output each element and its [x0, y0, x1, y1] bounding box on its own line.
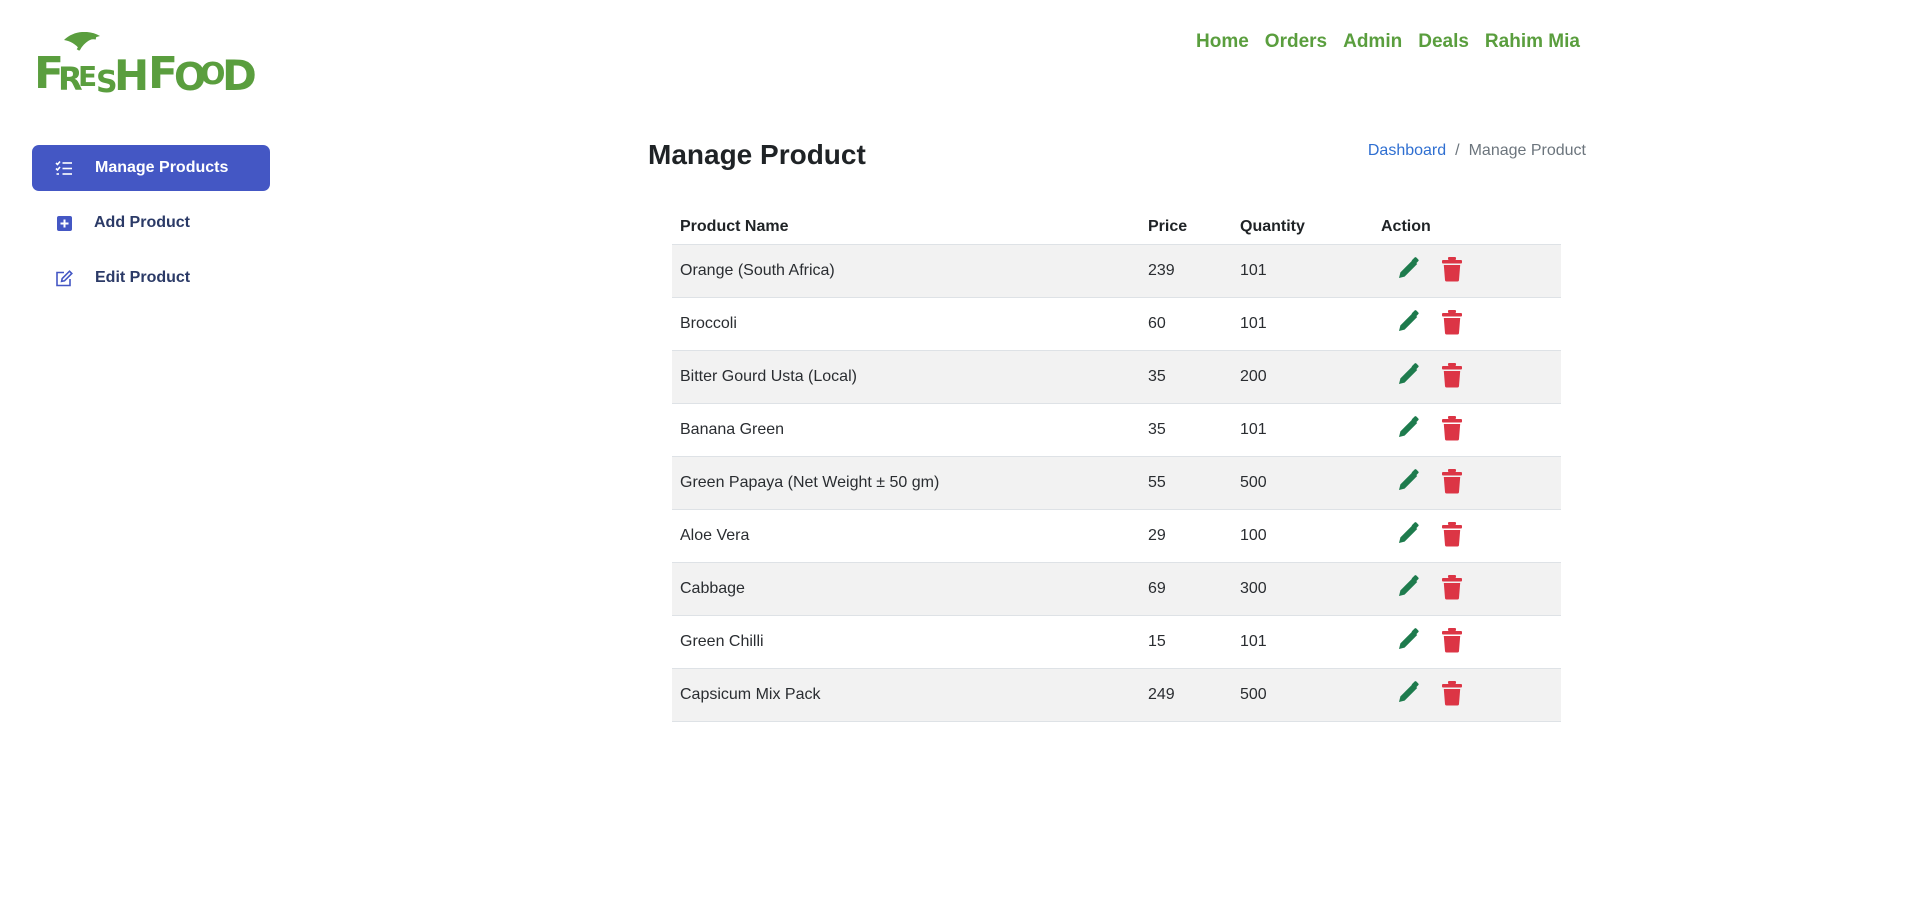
delete-trash-icon[interactable] [1441, 574, 1463, 600]
sidebar-item-label: Manage Products [95, 159, 229, 176]
product-name: Green Papaya (Net Weight ± 50 gm) [672, 456, 1140, 510]
nav-orders[interactable]: Orders [1265, 28, 1327, 56]
header-product-name: Product Name [672, 209, 1140, 245]
list-check-icon [55, 159, 73, 177]
edit-icon [55, 269, 73, 287]
sidebar-item-label: Add Product [94, 214, 190, 231]
product-quantity: 101 [1232, 297, 1373, 351]
edit-pencil-icon[interactable] [1395, 362, 1421, 388]
product-price: 35 [1140, 403, 1232, 457]
table-row: Bitter Gourd Usta (Local) 35 200 [672, 350, 1561, 404]
row-actions [1373, 297, 1561, 351]
table-row: Broccoli 60 101 [672, 297, 1561, 351]
product-price: 69 [1140, 562, 1232, 616]
delete-trash-icon[interactable] [1441, 415, 1463, 441]
product-quantity: 500 [1232, 668, 1373, 722]
fresh-food-logo[interactable]: F R E S H F O O D [34, 31, 260, 100]
header-quantity: Quantity [1232, 209, 1373, 245]
edit-pencil-icon[interactable] [1395, 256, 1421, 282]
table-row: Capsicum Mix Pack 249 500 [672, 668, 1561, 722]
breadcrumb-separator: / [1455, 142, 1460, 159]
breadcrumb: Dashboard / Manage Product [1368, 142, 1586, 160]
svg-text:H: H [114, 51, 149, 100]
nav-home[interactable]: Home [1196, 28, 1249, 56]
plus-square-icon [55, 214, 73, 232]
product-price: 249 [1140, 668, 1232, 722]
product-name: Cabbage [672, 562, 1140, 616]
table-row: Banana Green 35 101 [672, 403, 1561, 457]
product-quantity: 101 [1232, 244, 1373, 298]
top-nav: Home Orders Admin Deals Rahim Mia [1196, 28, 1580, 56]
row-actions [1373, 562, 1561, 616]
sidebar-item-label: Edit Product [95, 269, 191, 286]
nav-deals[interactable]: Deals [1418, 28, 1469, 56]
header-price: Price [1140, 209, 1232, 245]
product-name: Green Chilli [672, 615, 1140, 669]
table-row: Orange (South Africa) 239 101 [672, 244, 1561, 298]
product-quantity: 101 [1232, 403, 1373, 457]
product-name: Banana Green [672, 403, 1140, 457]
sidebar: Manage Products Add Product Edit Product [32, 145, 270, 310]
row-actions [1373, 615, 1561, 669]
product-quantity: 200 [1232, 350, 1373, 404]
product-quantity: 300 [1232, 562, 1373, 616]
row-actions [1373, 350, 1561, 404]
product-price: 239 [1140, 244, 1232, 298]
nav-user-profile[interactable]: Rahim Mia [1485, 28, 1580, 56]
edit-pencil-icon[interactable] [1395, 468, 1421, 494]
table-row: Cabbage 69 300 [672, 562, 1561, 616]
sidebar-item-add-product[interactable]: Add Product [32, 200, 270, 246]
table-header-row: Product Name Price Quantity Action [672, 209, 1561, 245]
edit-pencil-icon[interactable] [1395, 415, 1421, 441]
product-name: Broccoli [672, 297, 1140, 351]
product-name: Bitter Gourd Usta (Local) [672, 350, 1140, 404]
delete-trash-icon[interactable] [1441, 362, 1463, 388]
product-price: 60 [1140, 297, 1232, 351]
edit-pencil-icon[interactable] [1395, 627, 1421, 653]
table-row: Green Papaya (Net Weight ± 50 gm) 55 500 [672, 456, 1561, 510]
row-actions [1373, 403, 1561, 457]
product-price: 35 [1140, 350, 1232, 404]
delete-trash-icon[interactable] [1441, 468, 1463, 494]
row-actions [1373, 509, 1561, 563]
product-name: Orange (South Africa) [672, 244, 1140, 298]
product-quantity: 100 [1232, 509, 1373, 563]
delete-trash-icon[interactable] [1441, 521, 1463, 547]
svg-text:E: E [78, 60, 97, 93]
product-price: 29 [1140, 509, 1232, 563]
product-quantity: 101 [1232, 615, 1373, 669]
row-actions [1373, 456, 1561, 510]
delete-trash-icon[interactable] [1441, 256, 1463, 282]
breadcrumb-current: Manage Product [1468, 142, 1586, 159]
edit-pencil-icon[interactable] [1395, 309, 1421, 335]
product-name: Capsicum Mix Pack [672, 668, 1140, 722]
edit-pencil-icon[interactable] [1395, 680, 1421, 706]
delete-trash-icon[interactable] [1441, 309, 1463, 335]
edit-pencil-icon[interactable] [1395, 574, 1421, 600]
page-title: Manage Product [648, 139, 866, 170]
product-price: 15 [1140, 615, 1232, 669]
header-action: Action [1373, 209, 1561, 245]
product-name: Aloe Vera [672, 509, 1140, 563]
sidebar-item-manage-products[interactable]: Manage Products [32, 145, 270, 191]
breadcrumb-dashboard-link[interactable]: Dashboard [1368, 142, 1446, 160]
sidebar-item-edit-product[interactable]: Edit Product [32, 255, 270, 301]
delete-trash-icon[interactable] [1441, 627, 1463, 653]
delete-trash-icon[interactable] [1441, 680, 1463, 706]
table-row: Aloe Vera 29 100 [672, 509, 1561, 563]
row-actions [1373, 244, 1561, 298]
svg-text:D: D [222, 51, 257, 100]
nav-admin[interactable]: Admin [1343, 28, 1402, 56]
product-price: 55 [1140, 456, 1232, 510]
products-table: Product Name Price Quantity Action Orang… [672, 209, 1561, 722]
row-actions [1373, 668, 1561, 722]
product-quantity: 500 [1232, 456, 1373, 510]
table-row: Green Chilli 15 101 [672, 615, 1561, 669]
edit-pencil-icon[interactable] [1395, 521, 1421, 547]
